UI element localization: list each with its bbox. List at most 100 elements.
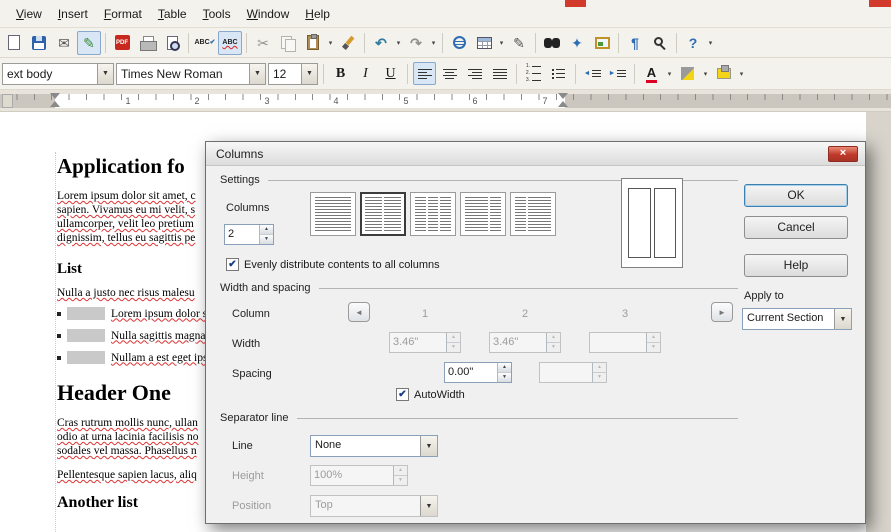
preset-one-column[interactable] [310, 192, 356, 236]
columns-spin-buttons[interactable]: ▲▼ [259, 225, 273, 244]
apply-to-dropdown-arrow-icon[interactable]: ▼ [834, 309, 851, 329]
position-combo[interactable]: Top ▼ [310, 495, 438, 517]
column-scroll-left-button[interactable]: ◄ [348, 302, 370, 322]
spacing-1-spinbox[interactable]: 0.00" ▲▼ [444, 362, 512, 383]
spin-down-icon[interactable]: ▼ [447, 343, 460, 352]
position-dropdown-arrow-icon[interactable]: ▼ [420, 496, 437, 516]
zoom-button[interactable] [648, 31, 672, 55]
size-dropdown-arrow-icon[interactable]: ▼ [301, 64, 317, 84]
width-1-input[interactable]: 3.46" [390, 333, 446, 352]
help-button[interactable]: ? [681, 31, 705, 55]
tab-stop-selector[interactable] [2, 94, 13, 108]
save-button[interactable] [27, 31, 51, 55]
autospellcheck-button[interactable]: ABC [218, 31, 242, 55]
spin-up-icon[interactable]: ▲ [593, 363, 606, 373]
position-value[interactable]: Top [311, 496, 420, 516]
menu-insert[interactable]: Insert [50, 4, 96, 24]
paragraph-style-combo[interactable]: ext body ▼ [2, 63, 114, 85]
highlighting-dropdown-arrow-icon[interactable]: ▾ [701, 62, 710, 86]
redo-dropdown-arrow-icon[interactable]: ▾ [429, 31, 438, 55]
line-dropdown-arrow-icon[interactable]: ▼ [420, 436, 437, 456]
toolbar-options-arrow-icon[interactable]: ▾ [706, 31, 715, 55]
print-button[interactable] [135, 31, 159, 55]
right-indent-marker-top[interactable] [558, 93, 568, 99]
find-replace-button[interactable] [540, 31, 564, 55]
table-dropdown-arrow-icon[interactable]: ▾ [497, 31, 506, 55]
width-2-spin-buttons[interactable]: ▲▼ [546, 333, 560, 352]
font-size-value[interactable]: 12 [269, 64, 301, 84]
paragraph-style-value[interactable]: ext body [3, 64, 97, 84]
font-color-dropdown-arrow-icon[interactable]: ▾ [665, 62, 674, 86]
spin-down-icon[interactable]: ▼ [260, 235, 273, 244]
line-style-value[interactable]: None [311, 436, 420, 456]
font-color-button[interactable]: A [640, 62, 663, 85]
spin-up-icon[interactable]: ▲ [394, 466, 407, 476]
decrease-indent-button[interactable]: ◄ [581, 62, 604, 85]
menu-format[interactable]: Format [96, 4, 150, 24]
navigator-button[interactable]: ✦ [565, 31, 589, 55]
undo-dropdown-arrow-icon[interactable]: ▾ [394, 31, 403, 55]
underline-button[interactable]: U [379, 62, 402, 85]
cut-button[interactable]: ✂ [251, 31, 275, 55]
left-indent-marker-top[interactable] [50, 93, 60, 99]
background-color-button[interactable] [712, 62, 735, 85]
new-document-button[interactable] [2, 31, 26, 55]
background-dropdown-arrow-icon[interactable]: ▾ [737, 62, 746, 86]
height-spinbox[interactable]: 100% ▲▼ [310, 465, 408, 486]
apply-to-value[interactable]: Current Section [743, 309, 834, 329]
spin-up-icon[interactable]: ▲ [447, 333, 460, 343]
align-justify-button[interactable] [488, 62, 511, 85]
spin-up-icon[interactable]: ▲ [260, 225, 273, 235]
font-size-combo[interactable]: 12 ▼ [268, 63, 318, 85]
dialog-close-button[interactable]: × [828, 146, 858, 162]
undo-button[interactable]: ↶ [369, 31, 393, 55]
menu-view[interactable]: View [8, 4, 50, 24]
menu-window[interactable]: Window [239, 4, 298, 24]
autowidth-checkbox[interactable]: ✔ [396, 388, 409, 401]
spacing-2-spinbox[interactable]: ▲▼ [539, 362, 607, 383]
format-paintbrush-button[interactable] [336, 31, 360, 55]
menu-help[interactable]: Help [297, 4, 338, 24]
edit-file-button[interactable]: ✎ [77, 31, 101, 55]
align-left-button[interactable] [413, 62, 436, 85]
menu-tools[interactable]: Tools [195, 4, 239, 24]
height-spin-buttons[interactable]: ▲▼ [393, 466, 407, 485]
font-name-value[interactable]: Times New Roman [117, 64, 249, 84]
line-style-combo[interactable]: None ▼ [310, 435, 438, 457]
horizontal-ruler[interactable]: 1 2 3 4 5 6 7 [0, 90, 891, 112]
menu-table[interactable]: Table [150, 4, 195, 24]
width-3-input[interactable] [590, 333, 646, 352]
italic-button[interactable]: I [354, 62, 377, 85]
bullet-list-button[interactable] [547, 62, 570, 85]
cancel-button[interactable]: Cancel [744, 216, 848, 239]
left-indent-marker-bottom[interactable] [50, 101, 60, 107]
spin-up-icon[interactable]: ▲ [498, 363, 511, 373]
align-center-button[interactable] [438, 62, 461, 85]
preset-two-columns-selected[interactable] [360, 192, 406, 236]
spin-down-icon[interactable]: ▼ [647, 343, 660, 352]
width-2-spinbox[interactable]: 3.46" ▲▼ [489, 332, 561, 353]
bold-button[interactable]: B [329, 62, 352, 85]
draw-functions-button[interactable]: ✎ [507, 31, 531, 55]
nonprinting-characters-button[interactable]: ¶ [623, 31, 647, 55]
spin-down-icon[interactable]: ▼ [498, 373, 511, 382]
column-scroll-right-button[interactable]: ► [711, 302, 733, 322]
columns-spinbox[interactable]: 2 ▲▼ [224, 224, 274, 245]
preset-left-wide[interactable] [460, 192, 506, 236]
width-3-spinbox[interactable]: ▲▼ [589, 332, 661, 353]
spelling-button[interactable]: ABC✔ [193, 31, 217, 55]
align-right-button[interactable] [463, 62, 486, 85]
gallery-button[interactable] [590, 31, 614, 55]
copy-button[interactable] [276, 31, 300, 55]
preset-right-wide[interactable] [510, 192, 556, 236]
spin-down-icon[interactable]: ▼ [547, 343, 560, 352]
font-dropdown-arrow-icon[interactable]: ▼ [249, 64, 265, 84]
right-indent-marker-bottom[interactable] [558, 101, 568, 107]
export-pdf-button[interactable]: PDF [110, 31, 134, 55]
style-dropdown-arrow-icon[interactable]: ▼ [97, 64, 113, 84]
dialog-title-bar[interactable]: Columns [206, 142, 865, 166]
spacing-1-input[interactable]: 0.00" [445, 363, 497, 382]
columns-input[interactable]: 2 [225, 225, 259, 244]
spin-down-icon[interactable]: ▼ [593, 373, 606, 382]
help-button-dialog[interactable]: Help [744, 254, 848, 277]
